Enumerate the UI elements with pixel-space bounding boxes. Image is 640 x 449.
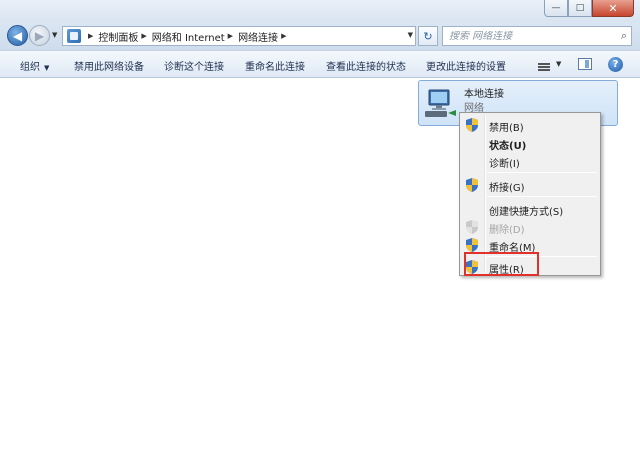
view-options-icon[interactable] <box>536 57 552 71</box>
search-input[interactable] <box>449 30 609 42</box>
shield-icon <box>466 220 478 234</box>
menu-item-status[interactable]: 状态(U) <box>462 133 598 153</box>
menu-item-delete: 删除(D) <box>462 217 598 237</box>
close-button[interactable]: ✕ <box>592 0 634 17</box>
preview-pane-icon[interactable] <box>578 58 592 70</box>
connection-name: 本地连接 <box>464 89 504 100</box>
shield-icon <box>466 178 478 192</box>
chevron-down-icon: ▼ <box>44 64 50 72</box>
chevron-down-icon[interactable]: ▼ <box>556 60 561 68</box>
shield-icon <box>466 238 478 252</box>
shield-icon <box>466 118 478 132</box>
search-icon[interactable]: ⌕ <box>621 29 627 43</box>
back-button[interactable]: ◀ <box>7 25 28 46</box>
menu-separator <box>487 172 597 173</box>
search-box[interactable]: ⌕ <box>442 26 632 46</box>
window-controls: — □ ✕ <box>544 0 634 17</box>
recent-pages-dropdown[interactable]: ▼ <box>52 31 57 39</box>
maximize-button[interactable]: □ <box>568 0 592 17</box>
menu-item-label: 删除(D) <box>489 225 525 236</box>
address-dropdown-icon[interactable]: ▼ <box>408 31 413 39</box>
breadcrumb-network-connections[interactable]: 网络连接 <box>238 29 278 44</box>
breadcrumb-separator-icon[interactable]: ▶ <box>88 32 93 40</box>
menu-item-label: 桥接(G) <box>489 183 525 194</box>
menu-item-label: 状态(U) <box>489 141 527 152</box>
menu-item-create-shortcut[interactable]: 创建快捷方式(S) <box>462 199 598 219</box>
rename-button[interactable]: 重命名此连接 <box>245 58 305 73</box>
minimize-button[interactable]: — <box>544 0 568 17</box>
breadcrumb-separator-icon[interactable]: ▶ <box>281 32 286 40</box>
menu-separator <box>487 196 597 197</box>
organize-label: 组织 <box>20 62 40 73</box>
change-settings-button[interactable]: 更改此连接的设置 <box>426 58 506 73</box>
title-bar: — □ ✕ <box>0 0 640 22</box>
refresh-button[interactable]: ↻ <box>418 26 438 46</box>
command-bar: 组织 ▼ 禁用此网络设备 诊断这个连接 重命名此连接 查看此连接的状态 更改此连接… <box>0 50 640 78</box>
menu-item-diagnose[interactable]: 诊断(I) <box>462 151 598 171</box>
help-icon[interactable]: ? <box>608 57 623 72</box>
breadcrumb-separator-icon[interactable]: ▶ <box>141 32 146 40</box>
menu-item-bridge[interactable]: 桥接(G) <box>462 175 598 195</box>
control-panel-icon <box>67 29 81 43</box>
menu-item-disable[interactable]: 禁用(B) <box>462 115 598 135</box>
menu-item-label: 禁用(B) <box>489 123 524 134</box>
view-status-button[interactable]: 查看此连接的状态 <box>326 58 406 73</box>
disable-device-button[interactable]: 禁用此网络设备 <box>74 58 144 73</box>
organize-menu[interactable]: 组织 ▼ <box>20 58 49 73</box>
breadcrumb-separator-icon[interactable]: ▶ <box>228 32 233 40</box>
menu-item-label: 创建快捷方式(S) <box>489 207 564 218</box>
breadcrumb-network-internet[interactable]: 网络和 Internet <box>152 29 225 44</box>
network-adapter-icon <box>425 89 456 117</box>
diagnose-button[interactable]: 诊断这个连接 <box>164 58 224 73</box>
breadcrumb-control-panel[interactable]: 控制面板 <box>98 29 138 44</box>
forward-button[interactable]: ▶ <box>29 25 50 46</box>
properties-highlight-box <box>464 252 539 276</box>
address-bar[interactable]: ▶ 控制面板 ▶ 网络和 Internet ▶ 网络连接 ▶ ▼ <box>62 26 416 46</box>
navigation-bar: ◀ ▶ ▼ ▶ 控制面板 ▶ 网络和 Internet ▶ 网络连接 ▶ ▼ ↻… <box>0 22 640 50</box>
menu-item-label: 诊断(I) <box>489 159 520 170</box>
